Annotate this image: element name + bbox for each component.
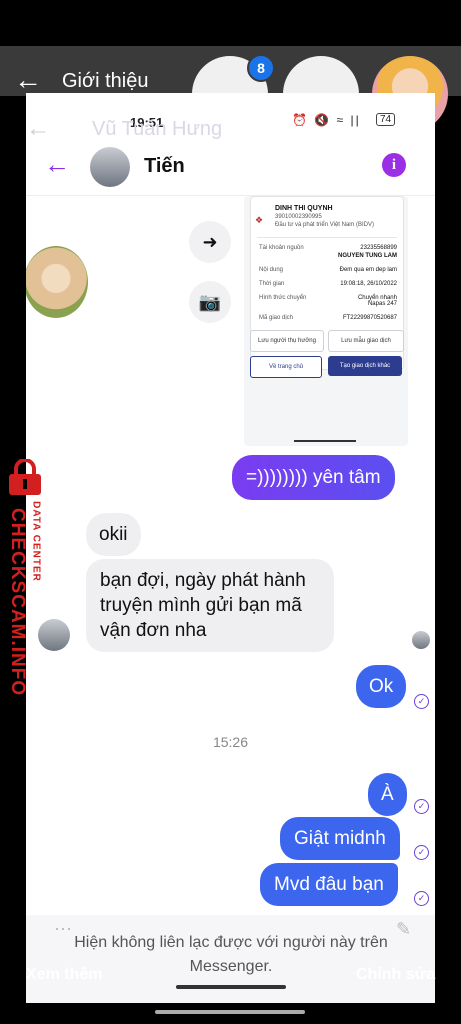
contact-avatar[interactable] <box>90 147 130 187</box>
chat-header: ← Tiến i <box>26 139 435 195</box>
see-more-button[interactable]: Xem thêm <box>26 966 102 984</box>
bank-receipt-image[interactable]: ❖ DINH THI QUYNH 39010002390995 Đầu tư v… <box>244 196 408 446</box>
ghost-title: Vũ Tuấn Hưng <box>92 118 223 140</box>
message-bubble-outgoing[interactable]: =)))))))) yên tâm <box>232 455 395 500</box>
sticker-image[interactable] <box>26 246 88 318</box>
status-icons: ⏰ 🔇 ≈ || <box>292 113 361 127</box>
sender-avatar <box>38 619 70 651</box>
message-bubble-incoming[interactable]: okii <box>86 513 141 556</box>
edit-button[interactable]: Chỉnh sửa <box>356 966 435 984</box>
payer-name: DINH THI QUYNH <box>275 205 333 212</box>
camera-icon[interactable]: 📷 <box>189 281 231 323</box>
receipt-label: Tài khoản nguồn <box>259 245 304 251</box>
outer-status-area <box>0 0 461 46</box>
back-arrow-icon[interactable]: ← <box>44 149 70 180</box>
watermark-big: CHECKSCAM.INFO <box>7 508 28 697</box>
receipt-value: 23235568899 <box>360 245 397 251</box>
home-button: Về trang chủ <box>250 356 322 378</box>
receipt-value: NGUYEN TUNG LAM <box>338 253 397 259</box>
sent-check-icon: ✓ <box>414 891 429 906</box>
receipt-label: Nội dung <box>259 267 284 273</box>
chat-footer: ⋯ ✎ Hiện không liên lạc được với người n… <box>26 915 435 1003</box>
message-bubble-incoming[interactable]: bạn đợi, ngày phát hành truyện mình gửi … <box>86 559 334 652</box>
receipt-value: 19:08:18, 26/10/2022 <box>340 281 397 287</box>
receipt-label: Mã giao dịch <box>259 315 294 321</box>
message-bubble-outgoing[interactable]: À <box>368 773 407 816</box>
receipt-value: FT22299870520687 <box>342 315 397 321</box>
payer-account: 39010002390995 <box>275 214 322 220</box>
save-template-link: Lưu mẫu giao dịch <box>328 330 404 352</box>
system-nav-bar <box>155 1010 305 1014</box>
home-indicator <box>176 985 286 989</box>
receipt-divider <box>257 237 397 238</box>
battery-indicator: 74 <box>376 113 396 126</box>
info-icon[interactable]: i <box>382 153 406 177</box>
status-bar: 19:51 ⏰ 🔇 ≈ || 74 <box>26 93 435 130</box>
unavailable-notice: Hiện không liên lạc được với người này t… <box>74 934 388 975</box>
sent-check-icon: ✓ <box>414 799 429 814</box>
receipt-value: Chuyển nhanh Napas 247 <box>357 295 397 307</box>
message-bubble-outgoing[interactable]: Mvd đâu bạn <box>260 863 398 906</box>
watermark-small: DATA CENTER <box>30 501 42 582</box>
message-bubble-outgoing[interactable]: Ok <box>356 665 407 708</box>
bank-logo-icon: ❖ <box>255 215 264 225</box>
messenger-screenshot: 19:51 ⏰ 🔇 ≈ || 74 ← Vũ Tuấn Hưng ← Tiến … <box>26 93 435 1003</box>
arrow-left-icon[interactable]: ← <box>14 66 42 94</box>
lock-icon <box>9 459 41 495</box>
read-receipt-avatar <box>412 631 430 649</box>
sent-check-icon: ✓ <box>414 845 429 860</box>
receipt-home-indicator <box>294 440 356 442</box>
new-transaction-button: Tạo giao dịch khác <box>328 356 402 376</box>
receipt-label: Thời gian <box>259 281 285 287</box>
save-beneficiary-link: Lưu người thụ hưởng <box>250 330 324 352</box>
receipt-value: Đem qua em dep lam <box>339 267 397 273</box>
share-icon[interactable]: ➜ <box>189 221 231 263</box>
sent-check-icon: ✓ <box>414 694 429 709</box>
message-bubble-outgoing[interactable]: Giật midnh <box>280 817 400 860</box>
receipt-label: Hình thức chuyển <box>259 295 307 301</box>
notification-badge: 8 <box>247 54 275 82</box>
contact-name[interactable]: Tiến <box>144 155 185 178</box>
payer-bank: Đầu tư và phát triển Việt Nam (BIDV) <box>275 222 374 228</box>
outer-page-title: Giới thiệu <box>62 70 149 92</box>
time-divider: 15:26 <box>212 734 249 750</box>
